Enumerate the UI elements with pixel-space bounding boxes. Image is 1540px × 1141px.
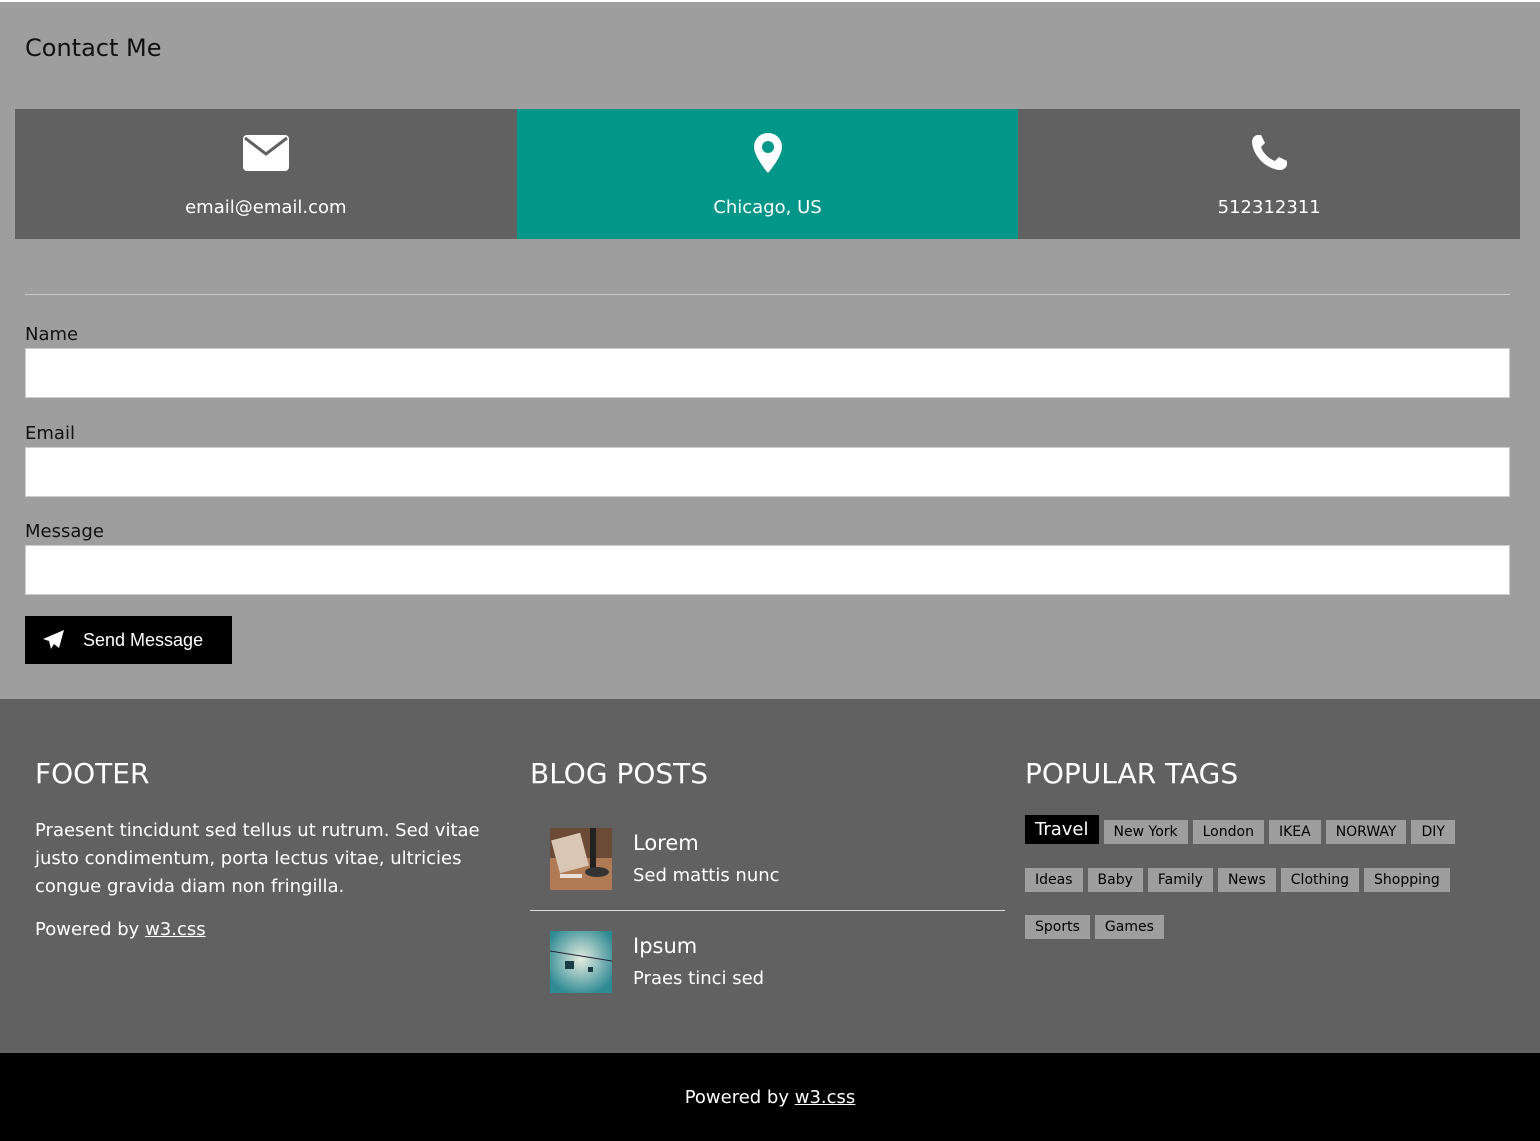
w3css-link[interactable]: w3.css (145, 919, 206, 940)
tag-clothing[interactable]: Clothing (1280, 868, 1360, 892)
name-field[interactable] (25, 348, 1510, 398)
tag-baby[interactable]: Baby (1087, 868, 1143, 892)
post-separator (530, 910, 1005, 911)
tag-row: Sports Games (1025, 915, 1169, 939)
blog-post-subtitle: Praes tinci sed (633, 968, 765, 989)
location-text: Chicago, US (713, 197, 822, 218)
tag-travel[interactable]: Travel (1025, 815, 1099, 844)
bottom-w3css-link[interactable]: w3.css (795, 1087, 856, 1108)
footer: FOOTER Praesent tincidunt sed tellus ut … (0, 699, 1540, 1053)
envelope-icon (242, 131, 290, 175)
blog-post-thumbnail (550, 828, 612, 890)
email-info-card: email@email.com (15, 109, 517, 239)
bottom-powered-prefix: Powered by (684, 1086, 790, 1108)
tag-norway[interactable]: NORWAY (1325, 820, 1407, 844)
message-field[interactable] (25, 545, 1510, 595)
footer-powered: Powered by w3.css (35, 919, 206, 940)
bottom-bar: Powered by w3.css (0, 1053, 1540, 1141)
location-info-card: Chicago, US (516, 109, 1019, 239)
tag-row: Travel New York London IKEA NORWAY DIY (1025, 815, 1460, 844)
powered-prefix: Powered by (35, 919, 140, 940)
tag-ikea[interactable]: IKEA (1268, 820, 1321, 844)
tag-sports[interactable]: Sports (1025, 915, 1090, 939)
tag-family[interactable]: Family (1147, 868, 1213, 892)
footer-title: FOOTER (35, 757, 150, 790)
blog-post-title: Lorem (633, 831, 699, 855)
blog-post-subtitle: Sed mattis nunc (633, 865, 780, 886)
tag-london[interactable]: London (1192, 820, 1264, 844)
phone-text: 512312311 (1217, 197, 1321, 218)
phone-info-card: 512312311 (1018, 109, 1521, 239)
phone-icon (1250, 131, 1288, 175)
tag-new-york[interactable]: New York (1103, 820, 1188, 844)
tag-diy[interactable]: DIY (1411, 820, 1455, 844)
tag-news[interactable]: News (1217, 868, 1276, 892)
tag-shopping[interactable]: Shopping (1364, 868, 1450, 892)
blog-post-title: Ipsum (633, 934, 698, 958)
blog-post-thumbnail (549, 931, 613, 993)
email-text: email@email.com (185, 197, 347, 218)
email-field[interactable] (25, 447, 1510, 497)
send-message-button[interactable]: Send Message (25, 616, 232, 664)
popular-tags-title: POPULAR TAGS (1025, 757, 1239, 790)
message-label: Message (25, 521, 104, 542)
divider (25, 294, 1510, 295)
name-label: Name (25, 324, 79, 345)
contact-title: Contact Me (25, 34, 162, 62)
contact-info-row: email@email.com Chicago, US 512312311 (15, 109, 1521, 239)
contact-section: Contact Me email@email.com Chicago, US 5… (0, 2, 1540, 699)
tag-games[interactable]: Games (1094, 915, 1164, 939)
paper-plane-icon (43, 630, 65, 650)
map-marker-icon (753, 131, 782, 175)
blog-post-item[interactable]: Ipsum Praes tinci sed (530, 930, 1005, 1030)
tag-row: Ideas Baby Family News Clothing Shopping (1025, 868, 1455, 892)
email-label: Email (25, 423, 75, 444)
tag-ideas[interactable]: Ideas (1025, 868, 1083, 892)
blog-posts-title: BLOG POSTS (530, 757, 709, 790)
blog-post-item[interactable]: Lorem Sed mattis nunc (530, 827, 1005, 927)
footer-text: Praesent tincidunt sed tellus ut rutrum.… (35, 820, 480, 897)
send-message-label: Send Message (83, 629, 204, 650)
